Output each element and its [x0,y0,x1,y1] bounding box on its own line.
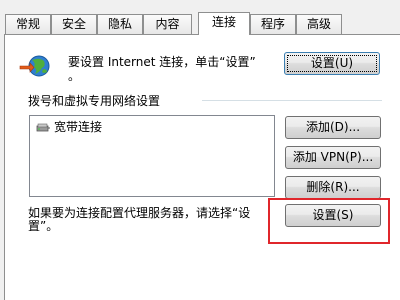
proxy-description: 如果要为连接配置代理服务器，请选择“设 置”。 [28,207,268,233]
proxy-description-line1: 如果要为连接配置代理服务器，请选择“设 [28,206,251,220]
tab-security[interactable]: 安全 [51,14,97,34]
list-item-broadband[interactable]: 宽带连接 [34,119,102,135]
tab-connections[interactable]: 连接 [198,12,250,35]
add-button[interactable]: 添加(D)... [285,116,381,139]
setup-description-line1: 要设置 Internet 连接，单击“设置” [68,55,256,69]
tab-strip: 常规 安全 隐私 内容 连接 程序 高级 [0,0,400,35]
proxy-description-line2: 置”。 [28,219,59,233]
remove-button[interactable]: 删除(R)... [285,176,381,199]
tab-programs[interactable]: 程序 [250,14,296,34]
setup-button[interactable]: 设置(U) [284,52,380,75]
tab-advanced[interactable]: 高级 [296,14,342,34]
setup-description-line2: 。 [68,69,81,83]
add-vpn-button[interactable]: 添加 VPN(P)... [285,146,381,169]
tab-general[interactable]: 常规 [5,14,51,34]
list-item-label: 宽带连接 [54,120,103,134]
broadband-connection-icon [36,123,50,132]
section-divider [202,100,382,101]
red-highlight-box [268,198,390,244]
tab-privacy[interactable]: 隐私 [97,14,143,34]
tab-content[interactable]: 内容 [143,14,192,34]
connections-listbox[interactable]: 宽带连接 [29,115,275,197]
globe-network-icon [19,55,50,77]
setup-description: 要设置 Internet 连接，单击“设置” 。 [68,55,280,83]
dialup-section-label: 拨号和虚拟专用网络设置 [28,94,161,108]
